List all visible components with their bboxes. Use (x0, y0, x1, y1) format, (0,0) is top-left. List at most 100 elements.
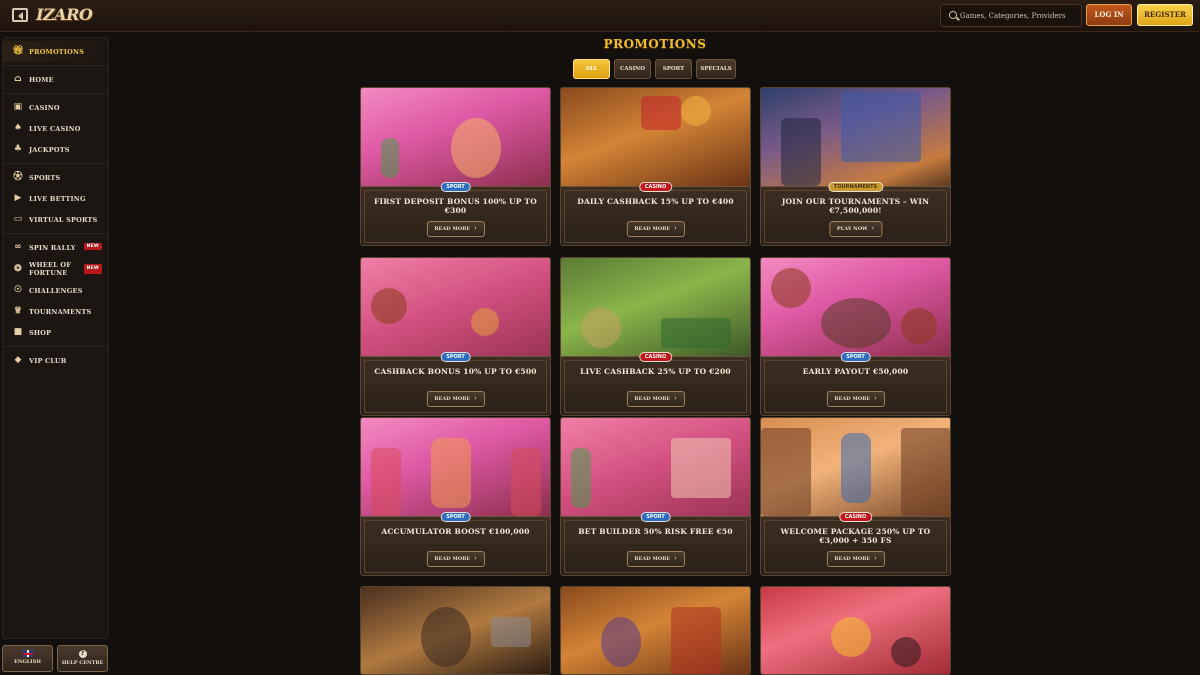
sidebar-item-live-casino[interactable]: ♠ LIVE CASINO (3, 118, 108, 139)
sidebar-item-jackpots[interactable]: ♣ JACKPOTS (3, 139, 108, 160)
help-label: HELP CENTRE (61, 660, 104, 666)
sidebar-item-label: LIVE BETTING (29, 194, 86, 203)
sidebar-item-spin-rally[interactable]: ∞ SPIN RALLY NEW (3, 237, 108, 258)
promo-card[interactable] (560, 586, 751, 675)
new-badge: NEW (83, 264, 102, 274)
read-more-button[interactable]: READ MORE › (826, 391, 885, 407)
promo-card[interactable]: TOURNAMENTS JOIN OUR TOURNAMENTS – WIN €… (760, 87, 951, 246)
read-more-button[interactable]: READ MORE › (426, 551, 485, 567)
jackpot-icon: ♣ (13, 144, 23, 154)
nav-group-casino: ▣ CASINO ♠ LIVE CASINO ♣ JACKPOTS (3, 94, 108, 164)
site-logo[interactable]: IZARO (36, 5, 93, 24)
top-bar: IZARO LOG IN REGISTER (0, 0, 1200, 32)
diamond-icon: ◆ (14, 355, 22, 365)
promo-body: SPORT FIRST DEPOSIT BONUS 100% UP TO €30… (361, 182, 550, 245)
sidebar-item-shop[interactable]: ■ SHOP (3, 322, 108, 343)
sidebar-item-virtual-sports[interactable]: ▭ VIRTUAL SPORTS (3, 209, 108, 230)
promo-image (761, 587, 950, 674)
uk-flag-icon (22, 650, 33, 657)
cards-icon: ♠ (13, 123, 23, 133)
casino-tag: CASINO (838, 512, 873, 522)
promo-card[interactable]: CASINO DAILY CASHBACK 15% UP TO €400 REA… (560, 87, 751, 246)
casino-tag: CASINO (638, 182, 673, 192)
tournaments-tag: TOURNAMENTS (827, 182, 884, 192)
promo-body: SPORT ACCUMULATOR BOOST €100,000 READ MO… (361, 512, 550, 575)
promo-body: SPORT EARLY PAYOUT €50,000 READ MORE › (761, 352, 950, 415)
play-icon: ▶ (14, 193, 22, 203)
promo-card[interactable] (360, 586, 551, 675)
play-now-button[interactable]: PLAY NOW › (828, 221, 883, 237)
promo-card[interactable] (760, 586, 951, 675)
help-icon: ? (78, 650, 87, 658)
casino-tag: CASINO (638, 352, 673, 362)
sport-tag: SPORT (440, 182, 471, 192)
read-more-button[interactable]: READ MORE › (426, 391, 485, 407)
promo-body: SPORT CASHBACK BONUS 10% UP TO €500 READ… (361, 352, 550, 415)
tab-specials[interactable]: SPECIALS (696, 59, 736, 79)
promo-image (361, 418, 550, 516)
sport-tag: SPORT (440, 512, 471, 522)
chevron-right-icon: › (874, 555, 877, 562)
promo-image (361, 258, 550, 356)
register-button[interactable]: REGISTER (1137, 4, 1193, 26)
button-label: READ MORE (634, 226, 671, 232)
promo-image (561, 587, 750, 674)
sidebar-item-challenges[interactable]: ☉ CHALLENGES (3, 280, 108, 301)
read-more-button[interactable]: READ MORE › (626, 221, 685, 237)
promo-card[interactable]: CASINO WELCOME PACKAGE 250% UP TO €3,000… (760, 417, 951, 576)
read-more-button[interactable]: READ MORE › (626, 551, 685, 567)
sidebar-toggle-icon[interactable] (12, 8, 28, 22)
chevron-right-icon: › (674, 395, 677, 402)
button-label: READ MORE (434, 556, 471, 562)
promo-title: JOIN OUR TOURNAMENTS – WIN €7,500,000! (781, 197, 930, 215)
sidebar-item-label: CASINO (29, 103, 60, 112)
sidebar-item-label: JACKPOTS (29, 145, 70, 154)
promo-title: CASHBACK BONUS 10% UP TO €500 (374, 367, 537, 376)
read-more-button[interactable]: READ MORE › (826, 551, 885, 567)
promo-title: DAILY CASHBACK 15% UP TO €400 (577, 197, 734, 206)
tab-casino[interactable]: CASINO (614, 59, 651, 79)
promo-image (561, 418, 750, 516)
ball-icon: ⚽︎ (13, 172, 23, 182)
promo-card[interactable]: SPORT EARLY PAYOUT €50,000 READ MORE › (760, 257, 951, 416)
promo-image (361, 587, 550, 674)
read-more-button[interactable]: READ MORE › (626, 391, 685, 407)
sidebar-item-label: HOME (29, 75, 54, 84)
promo-card[interactable]: SPORT BET BUILDER 50% RISK FREE €50 READ… (560, 417, 751, 576)
home-icon: ⌂ (14, 74, 22, 84)
help-centre-button[interactable]: ? HELP CENTRE (57, 645, 108, 672)
trophy-icon: ♕ (13, 306, 23, 316)
sport-tag: SPORT (840, 352, 871, 362)
promo-image (761, 418, 950, 516)
promo-card[interactable]: SPORT ACCUMULATOR BOOST €100,000 READ MO… (360, 417, 551, 576)
promo-body: TOURNAMENTS JOIN OUR TOURNAMENTS – WIN €… (761, 182, 950, 245)
button-label: READ MORE (834, 396, 871, 402)
promo-image (761, 88, 950, 186)
tab-sport[interactable]: SPORT (655, 59, 692, 79)
tab-all[interactable]: ALL (573, 59, 610, 79)
read-more-button[interactable]: READ MORE › (426, 221, 485, 237)
promo-card[interactable]: SPORT CASHBACK BONUS 10% UP TO €500 READ… (360, 257, 551, 416)
search-box[interactable] (940, 4, 1082, 27)
sidebar-item-sports[interactable]: ⚽︎ SPORTS (3, 167, 108, 188)
search-icon (949, 11, 957, 19)
language-button[interactable]: ENGLISH (2, 645, 53, 672)
promo-card[interactable]: CASINO LIVE CASHBACK 25% UP TO €200 READ… (560, 257, 751, 416)
search-input[interactable] (960, 8, 1078, 24)
promo-title: LIVE CASHBACK 25% UP TO €200 (580, 367, 731, 376)
sidebar-item-promotions[interactable]: 🎁︎ PROMOTIONS (3, 41, 108, 62)
sidebar-item-label: TOURNAMENTS (29, 307, 92, 316)
sidebar-item-home[interactable]: ⌂ HOME (3, 69, 108, 90)
chevron-right-icon: › (474, 395, 477, 402)
sidebar-item-wheel-of-fortune[interactable]: ❂ WHEEL OF FORTUNE NEW (3, 258, 108, 280)
sidebar-item-live-betting[interactable]: ▶ LIVE BETTING (3, 188, 108, 209)
sidebar-item-tournaments[interactable]: ♕ TOURNAMENTS (3, 301, 108, 322)
language-label: ENGLISH (14, 659, 41, 665)
promo-card[interactable]: SPORT FIRST DEPOSIT BONUS 100% UP TO €30… (360, 87, 551, 246)
chevron-right-icon: › (874, 395, 877, 402)
sidebar-item-casino[interactable]: ▣ CASINO (3, 97, 108, 118)
button-label: READ MORE (634, 556, 671, 562)
sidebar-item-vip-club[interactable]: ◆ VIP CLUB (3, 350, 108, 371)
login-button[interactable]: LOG IN (1086, 4, 1132, 26)
sidebar-item-label: SPORTS (29, 173, 61, 182)
